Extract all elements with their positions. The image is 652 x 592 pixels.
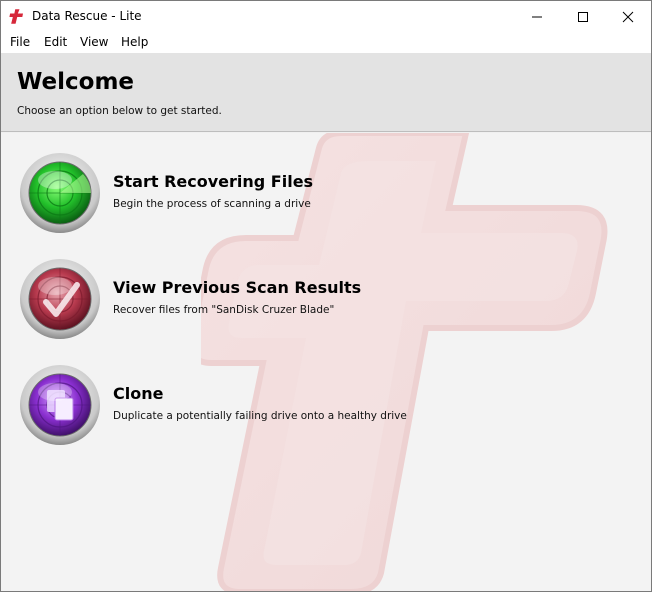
app-logo-icon <box>9 8 24 25</box>
option-title: Start Recovering Files <box>113 172 314 191</box>
title-bar[interactable]: Data Rescue - Lite <box>1 1 651 32</box>
maximize-icon <box>578 11 588 22</box>
clone-documents-icon <box>20 365 100 445</box>
window-title: Data Rescue - Lite <box>32 9 142 23</box>
option-start-recovering[interactable]: Start Recovering Files Begin the process… <box>19 152 619 234</box>
option-description: Recover files from "SanDisk Cruzer Blade… <box>113 304 335 316</box>
menu-view[interactable]: View <box>80 35 108 49</box>
checkmark-radar-icon <box>20 259 100 339</box>
minimize-icon <box>532 16 542 17</box>
option-title: Clone <box>113 384 164 403</box>
content-area: Start Recovering Files Begin the process… <box>1 133 651 591</box>
minimize-button[interactable] <box>514 1 560 32</box>
page-subtitle: Choose an option below to get started. <box>17 105 222 117</box>
option-description: Duplicate a potentially failing drive on… <box>113 410 407 422</box>
menu-edit[interactable]: Edit <box>44 35 67 49</box>
radar-icon <box>20 153 100 233</box>
option-description: Begin the process of scanning a drive <box>113 198 311 210</box>
app-window: Data Rescue - Lite File Edit View Help W… <box>0 0 652 592</box>
welcome-header: Welcome Choose an option below to get st… <box>1 53 651 132</box>
close-icon <box>622 11 634 22</box>
option-title: View Previous Scan Results <box>113 278 362 297</box>
close-button[interactable] <box>605 1 651 32</box>
option-clone[interactable]: Clone Duplicate a potentially failing dr… <box>19 364 619 446</box>
menu-bar: File Edit View Help <box>1 32 651 53</box>
option-view-previous-scan[interactable]: View Previous Scan Results Recover files… <box>19 258 619 340</box>
menu-help[interactable]: Help <box>121 35 148 49</box>
page-title: Welcome <box>17 69 135 95</box>
maximize-button[interactable] <box>560 1 606 32</box>
menu-file[interactable]: File <box>10 35 30 49</box>
